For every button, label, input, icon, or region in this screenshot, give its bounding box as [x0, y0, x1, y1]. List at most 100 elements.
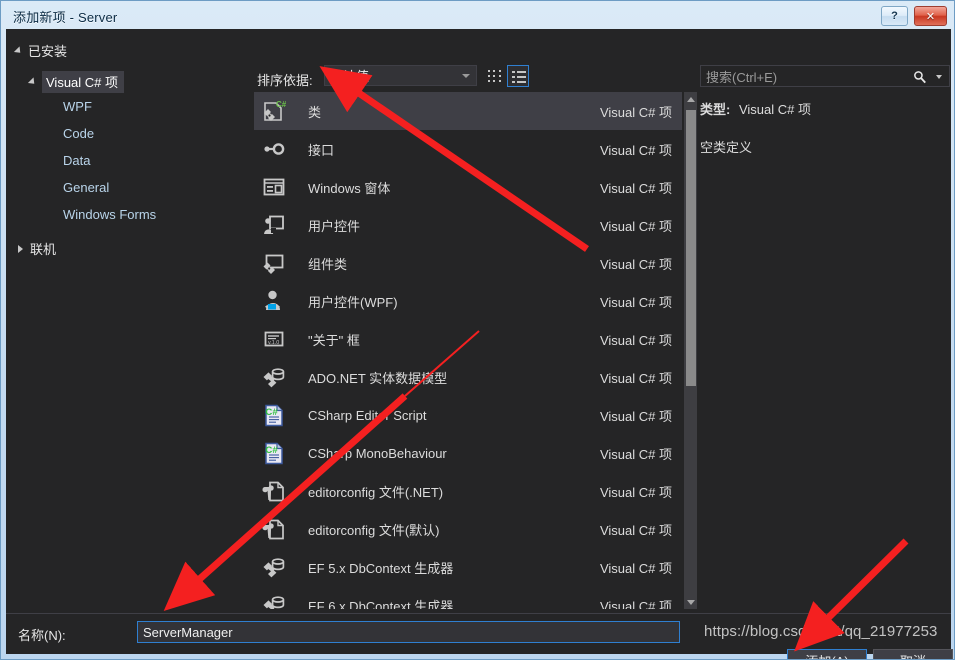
sort-by-label: 排序依据:: [257, 73, 313, 88]
sidebar-item-visual-csharp[interactable]: Visual C# 项: [27, 70, 125, 93]
list-item-type: Visual C# 项: [599, 256, 672, 272]
csharp-file-icon: C#: [262, 403, 286, 427]
detail-type-row: 类型: Visual C# 项: [700, 99, 950, 118]
sort-by-dropdown[interactable]: 默认值: [324, 65, 477, 86]
component-class-icon: [262, 251, 286, 275]
sidebar-item-windows-forms[interactable]: Windows Forms: [63, 204, 156, 225]
list-item[interactable]: 用户控件 Visual C# 项: [254, 206, 682, 244]
list-item-type: Visual C# 项: [599, 294, 672, 310]
editorconfig-icon: [262, 479, 286, 503]
class-csharp-icon: C#: [262, 99, 287, 123]
scroll-down-icon[interactable]: [684, 595, 697, 609]
sidebar-item-label: 联机: [30, 242, 57, 257]
user-control-icon: [262, 213, 286, 237]
sidebar-item-data[interactable]: Data: [63, 150, 90, 171]
list-item[interactable]: Windows 窗体 Visual C# 项: [254, 168, 682, 206]
expander-closed-icon[interactable]: [18, 244, 23, 253]
list-item-type: Visual C# 项: [599, 484, 672, 500]
list-item-name: EF 6.x DbContext 生成器: [308, 598, 454, 610]
sort-by-value: 默认值: [330, 69, 370, 84]
template-details: 类型: Visual C# 项 空类定义: [700, 99, 950, 156]
list-item-name: Windows 窗体: [308, 180, 391, 196]
sidebar-item-online[interactable]: 联机: [18, 238, 56, 259]
list-item[interactable]: EF 6.x DbContext 生成器 Visual C# 项: [254, 586, 682, 609]
windows-form-icon: [262, 175, 286, 199]
ado-net-model-icon: [262, 593, 286, 609]
sidebar-item-label: Data: [63, 153, 91, 168]
tiles-view-glyph: [488, 70, 502, 83]
list-item-type: Visual C# 项: [599, 218, 672, 234]
sidebar-item-wpf[interactable]: WPF: [63, 96, 92, 117]
list-item-name: editorconfig 文件(默认): [308, 522, 440, 538]
name-input[interactable]: [137, 621, 680, 643]
list-view-icon[interactable]: [507, 65, 529, 87]
search-input[interactable]: 搜索(Ctrl+E): [700, 65, 950, 87]
cancel-button[interactable]: 取消: [873, 649, 953, 659]
add-button[interactable]: 添加(A): [787, 649, 867, 659]
list-item[interactable]: C# CSharp Editor Script Visual C# 项: [254, 396, 682, 434]
scrollbar-thumb[interactable]: [686, 110, 696, 386]
csharp-file-icon: C#: [262, 441, 286, 465]
dialog-body: 已安装 Visual C# 项 WPF Code Data General Wi…: [6, 29, 953, 659]
chevron-down-icon: [462, 74, 470, 78]
svg-text:C#: C#: [265, 445, 278, 456]
list-item-type: Visual C# 项: [599, 332, 672, 348]
detail-type-value: Visual C# 项: [738, 102, 811, 117]
list-item-name: CSharp Editor Script: [308, 407, 427, 423]
list-item-name: 接口: [308, 142, 335, 158]
list-item-name: 用户控件(WPF): [308, 294, 398, 310]
editorconfig-icon: [262, 517, 286, 541]
close-button[interactable]: ✕: [914, 6, 947, 26]
list-item[interactable]: ADO.NET 实体数据模型 Visual C# 项: [254, 358, 682, 396]
list-item[interactable]: editorconfig 文件(.NET) Visual C# 项: [254, 472, 682, 510]
name-label: 名称(N):: [18, 628, 66, 643]
about-box-icon: v.1.0: [262, 327, 286, 351]
list-item[interactable]: editorconfig 文件(默认) Visual C# 项: [254, 510, 682, 548]
list-item[interactable]: 接口 Visual C# 项: [254, 130, 682, 168]
list-item-type: Visual C# 项: [599, 598, 672, 610]
list-item-type: Visual C# 项: [599, 142, 672, 158]
list-item-type: Visual C# 项: [599, 408, 672, 424]
svg-text:C#: C#: [276, 100, 286, 109]
list-item-type: Visual C# 项: [599, 446, 672, 462]
svg-text:v.1.0: v.1.0: [268, 340, 279, 346]
list-item-name: ADO.NET 实体数据模型: [308, 370, 448, 386]
search-icon[interactable]: [913, 70, 927, 84]
list-item[interactable]: C# 类 Visual C# 项: [254, 92, 682, 130]
sidebar-item-general[interactable]: General: [63, 177, 109, 198]
expander-open-icon[interactable]: [27, 76, 38, 87]
scroll-up-icon[interactable]: [684, 92, 697, 106]
detail-description: 空类定义: [700, 140, 753, 155]
list-item-type: Visual C# 项: [599, 104, 672, 120]
list-item-name: CSharp MonoBehaviour: [308, 445, 447, 461]
help-button[interactable]: ?: [881, 6, 908, 26]
list-item[interactable]: v.1.0 "关于" 框 Visual C# 项: [254, 320, 682, 358]
list-item[interactable]: EF 5.x DbContext 生成器 Visual C# 项: [254, 548, 682, 586]
template-list-scrollbar[interactable]: [684, 92, 697, 609]
sidebar-item-installed[interactable]: 已安装: [13, 40, 67, 61]
search-chevron-down-icon[interactable]: [936, 75, 942, 79]
list-item-name: EF 5.x DbContext 生成器: [308, 560, 454, 576]
footer-divider: [6, 613, 951, 614]
list-item-type: Visual C# 项: [599, 560, 672, 576]
list-item-type: Visual C# 项: [599, 180, 672, 196]
list-item-name: "关于" 框: [308, 332, 360, 348]
list-item[interactable]: C# CSharp MonoBehaviour Visual C# 项: [254, 434, 682, 472]
sidebar-item-label: WPF: [63, 99, 92, 114]
list-item[interactable]: 用户控件(WPF) Visual C# 项: [254, 282, 682, 320]
list-item[interactable]: 组件类 Visual C# 项: [254, 244, 682, 282]
list-item-name: editorconfig 文件(.NET): [308, 484, 444, 500]
list-item-name: 类: [308, 104, 322, 120]
sidebar-item-code[interactable]: Code: [63, 123, 94, 144]
list-view-glyph: [512, 71, 526, 83]
expander-open-icon[interactable]: [13, 45, 24, 56]
sidebar-item-label: General: [63, 180, 110, 195]
template-list[interactable]: C# 类 Visual C# 项 接口 Visual C# 项 Windows 窗体 V…: [254, 92, 696, 609]
sidebar-item-label: Code: [63, 126, 95, 141]
installed-templates-tree: 已安装 Visual C# 项 WPF Code Data General Wi…: [6, 29, 249, 654]
tiles-view-icon[interactable]: [484, 65, 506, 87]
list-item-type: Visual C# 项: [599, 522, 672, 538]
list-item-type: Visual C# 项: [599, 370, 672, 386]
title-bar: 添加新项 - Server ? ✕: [1, 1, 954, 29]
window-title: 添加新项 - Server: [13, 10, 118, 25]
